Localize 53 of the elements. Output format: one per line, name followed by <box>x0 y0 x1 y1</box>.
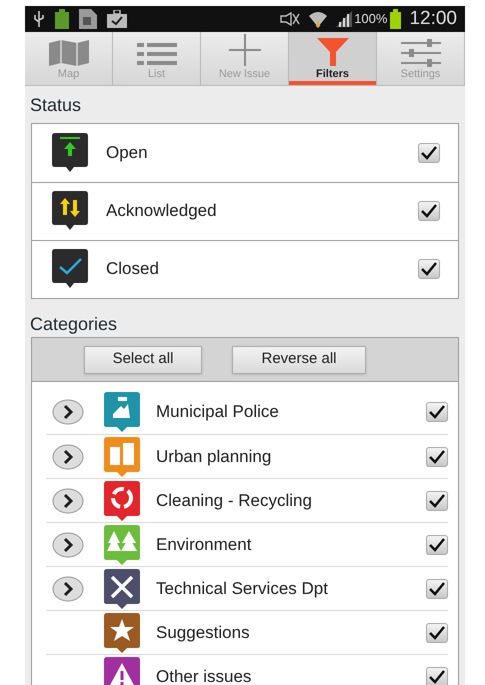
mute-icon <box>280 12 300 26</box>
status-row[interactable]: Closed <box>32 240 458 298</box>
open-status-icon <box>52 132 88 172</box>
checkbox[interactable] <box>426 446 448 466</box>
checkbox[interactable] <box>418 259 440 279</box>
checkmark-icon <box>428 404 446 420</box>
category-row[interactable]: Other issues <box>46 654 448 685</box>
category-row[interactable]: Urban planning <box>46 434 448 478</box>
sliders-icon <box>398 39 442 67</box>
checkmark-icon <box>428 536 446 552</box>
section-header: Categories <box>29 312 118 336</box>
checkmark-icon <box>428 668 446 684</box>
section-header: Status <box>29 94 82 117</box>
checkbox[interactable] <box>418 201 440 221</box>
wifi-icon <box>308 10 328 28</box>
map-icon <box>46 39 90 67</box>
checkmark-icon <box>428 624 446 640</box>
list-icon <box>134 41 178 67</box>
checkbox[interactable] <box>418 142 440 162</box>
checkmark-icon <box>420 261 438 277</box>
checkmark-status-icon <box>52 249 88 289</box>
filter-icon <box>316 37 350 67</box>
checkmark-icon <box>428 580 446 596</box>
plus-icon <box>226 33 262 67</box>
sim-card-icon <box>79 9 97 29</box>
checkbox[interactable] <box>426 490 448 510</box>
battery-icon <box>55 9 69 29</box>
status-row[interactable]: Open <box>32 124 458 182</box>
checkbox[interactable] <box>426 402 448 422</box>
action-button[interactable]: Select all <box>84 346 202 374</box>
briefcase-check-icon <box>107 10 127 28</box>
checkmark-icon <box>428 492 446 508</box>
signal-icon <box>336 11 352 27</box>
tab[interactable]: Filters <box>289 32 377 85</box>
clock: 12:00 <box>409 6 457 31</box>
checkmark-icon <box>428 448 446 464</box>
category-row[interactable]: Municipal Police <box>46 390 448 434</box>
category-row[interactable]: Cleaning - Recycling <box>46 478 448 522</box>
battery-percent: 100% <box>354 10 388 28</box>
checkbox[interactable] <box>426 666 448 685</box>
checkbox[interactable] <box>426 534 448 554</box>
category-row[interactable]: Technical Services Dpt <box>46 566 448 610</box>
arrows-status-icon <box>52 191 88 231</box>
category-row[interactable]: Environment <box>46 522 448 566</box>
checkbox[interactable] <box>426 578 448 598</box>
category-row[interactable]: Suggestions <box>46 610 448 654</box>
status-row[interactable]: Acknowledged <box>32 182 458 240</box>
checkbox[interactable] <box>426 622 448 642</box>
action-button[interactable]: Reverse all <box>232 346 366 374</box>
usb-icon <box>33 10 45 28</box>
checkmark-icon <box>420 203 438 219</box>
checkmark-icon <box>420 144 438 160</box>
battery-icon <box>390 9 402 29</box>
